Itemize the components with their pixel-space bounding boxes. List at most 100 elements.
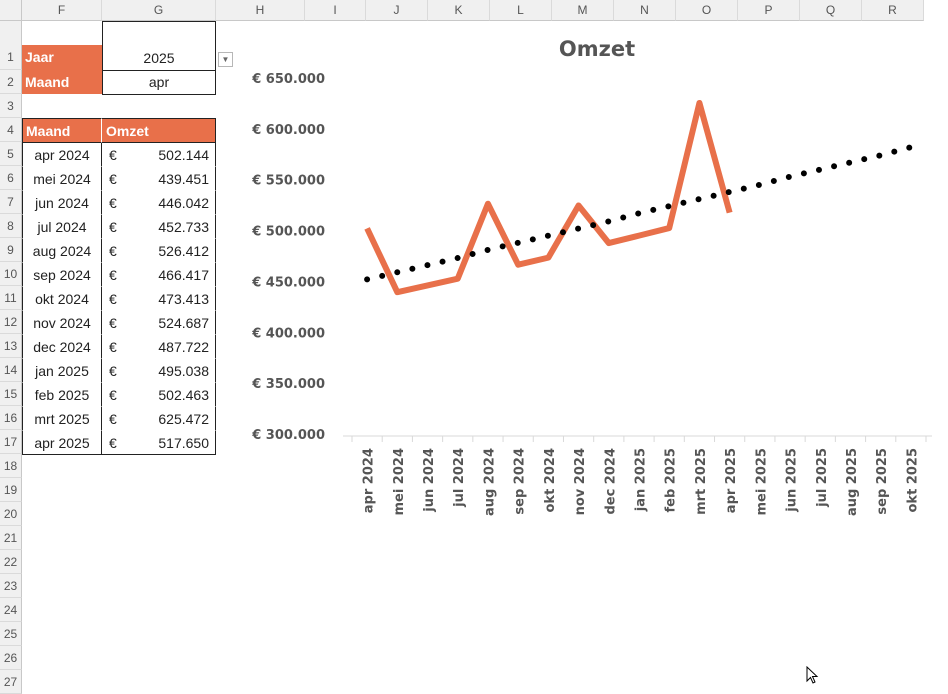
row-header-17[interactable]: 17	[0, 430, 22, 454]
row-header-11[interactable]: 11	[0, 286, 22, 310]
table-row-revenue[interactable]: €625.472	[102, 407, 216, 431]
chart-title: Omzet	[559, 37, 635, 61]
mouse-cursor-icon	[806, 666, 822, 686]
currency-symbol: €	[109, 143, 117, 167]
row-header-9[interactable]: 9	[0, 238, 22, 262]
table-row-month[interactable]: apr 2025	[22, 431, 102, 455]
currency-symbol: €	[109, 191, 117, 215]
row-header-6[interactable]: 6	[0, 166, 22, 190]
currency-symbol: €	[109, 287, 117, 311]
row-header-3[interactable]: 3	[0, 94, 22, 118]
row-header-1[interactable]: 1	[0, 21, 22, 70]
table-header-month[interactable]: Maand	[22, 118, 102, 143]
month-label-cell[interactable]: Maand	[22, 70, 102, 94]
table-row-revenue[interactable]: €452.733	[102, 215, 216, 239]
currency-symbol: €	[109, 239, 117, 263]
x-tick-label: jul 2024	[452, 448, 467, 508]
currency-symbol: €	[109, 167, 117, 191]
column-header-P[interactable]: P	[738, 0, 800, 21]
column-header-I[interactable]: I	[305, 0, 366, 21]
year-value-cell[interactable]: 2025	[102, 21, 216, 70]
x-tick-label: okt 2025	[905, 448, 920, 513]
table-header-revenue[interactable]: Omzet	[102, 118, 216, 143]
table-row-revenue[interactable]: €524.687	[102, 311, 216, 335]
table-row-month[interactable]: mrt 2025	[22, 407, 102, 431]
month-value-cell[interactable]: apr	[102, 70, 216, 95]
table-row-revenue[interactable]: €502.463	[102, 383, 216, 407]
row-header-18[interactable]: 18	[0, 454, 22, 478]
column-header-R[interactable]: R	[862, 0, 924, 21]
year-label-cell[interactable]: Jaar	[22, 45, 102, 70]
table-row-revenue[interactable]: €487.722	[102, 335, 216, 359]
table-row-month[interactable]: okt 2024	[22, 287, 102, 311]
row-header-23[interactable]: 23	[0, 574, 22, 598]
x-tick-label: mei 2025	[754, 448, 769, 516]
year-dropdown-button[interactable]: ▼	[218, 52, 233, 67]
table-row-month[interactable]: mei 2024	[22, 167, 102, 191]
row-header-26[interactable]: 26	[0, 646, 22, 670]
table-row-revenue[interactable]: €502.144	[102, 143, 216, 167]
row-header-15[interactable]: 15	[0, 382, 22, 406]
revenue-chart[interactable]: Omzet€ 300.000€ 350.000€ 400.000€ 450.00…	[240, 28, 940, 528]
row-header-8[interactable]: 8	[0, 214, 22, 238]
table-row-month[interactable]: dec 2024	[22, 335, 102, 359]
revenue-value: 439.451	[158, 167, 209, 191]
column-header-L[interactable]: L	[490, 0, 552, 21]
table-row-revenue[interactable]: €446.042	[102, 191, 216, 215]
x-tick-label: feb 2025	[664, 448, 679, 513]
table-row-month[interactable]: sep 2024	[22, 263, 102, 287]
x-tick-label: jul 2025	[815, 448, 830, 508]
row-header-10[interactable]: 10	[0, 262, 22, 286]
row-header-24[interactable]: 24	[0, 598, 22, 622]
row-header-20[interactable]: 20	[0, 502, 22, 526]
table-row-month[interactable]: jan 2025	[22, 359, 102, 383]
table-row-revenue[interactable]: €526.412	[102, 239, 216, 263]
column-header-J[interactable]: J	[366, 0, 428, 21]
row-header-13[interactable]: 13	[0, 334, 22, 358]
table-row-revenue[interactable]: €439.451	[102, 167, 216, 191]
row-header-16[interactable]: 16	[0, 406, 22, 430]
column-header-H[interactable]: H	[216, 0, 305, 21]
x-tick-label: sep 2024	[513, 448, 528, 515]
row-header-2[interactable]: 2	[0, 70, 22, 94]
y-tick-label: € 300.000	[251, 428, 325, 443]
currency-symbol: €	[109, 335, 117, 359]
column-header-K[interactable]: K	[428, 0, 490, 21]
table-row-revenue[interactable]: €466.417	[102, 263, 216, 287]
y-tick-label: € 650.000	[251, 72, 325, 87]
column-header-O[interactable]: O	[676, 0, 738, 21]
row-header-7[interactable]: 7	[0, 190, 22, 214]
currency-symbol: €	[109, 311, 117, 335]
table-row-month[interactable]: apr 2024	[22, 143, 102, 167]
column-header-M[interactable]: M	[552, 0, 614, 21]
select-all-corner[interactable]	[0, 0, 22, 21]
revenue-line-series	[367, 103, 730, 292]
revenue-value: 502.463	[158, 383, 209, 407]
row-header-12[interactable]: 12	[0, 310, 22, 334]
column-header-F[interactable]: F	[22, 0, 102, 21]
table-row-revenue[interactable]: €517.650	[102, 431, 216, 455]
column-header-G[interactable]: G	[102, 0, 216, 21]
row-header-25[interactable]: 25	[0, 622, 22, 646]
table-row-month[interactable]: aug 2024	[22, 239, 102, 263]
row-header-22[interactable]: 22	[0, 550, 22, 574]
row-header-27[interactable]: 27	[0, 670, 22, 694]
column-header-N[interactable]: N	[614, 0, 676, 21]
revenue-value: 524.687	[158, 311, 209, 335]
table-row-month[interactable]: feb 2025	[22, 383, 102, 407]
table-row-month[interactable]: jun 2024	[22, 191, 102, 215]
currency-symbol: €	[109, 431, 117, 455]
x-tick-label: apr 2024	[362, 448, 377, 513]
table-row-month[interactable]: nov 2024	[22, 311, 102, 335]
currency-symbol: €	[109, 263, 117, 287]
table-row-month[interactable]: jul 2024	[22, 215, 102, 239]
table-row-revenue[interactable]: €495.038	[102, 359, 216, 383]
x-tick-label: nov 2024	[573, 448, 588, 515]
row-header-19[interactable]: 19	[0, 478, 22, 502]
row-header-5[interactable]: 5	[0, 142, 22, 166]
row-header-21[interactable]: 21	[0, 526, 22, 550]
column-header-Q[interactable]: Q	[800, 0, 862, 21]
table-row-revenue[interactable]: €473.413	[102, 287, 216, 311]
row-header-4[interactable]: 4	[0, 118, 22, 142]
row-header-14[interactable]: 14	[0, 358, 22, 382]
